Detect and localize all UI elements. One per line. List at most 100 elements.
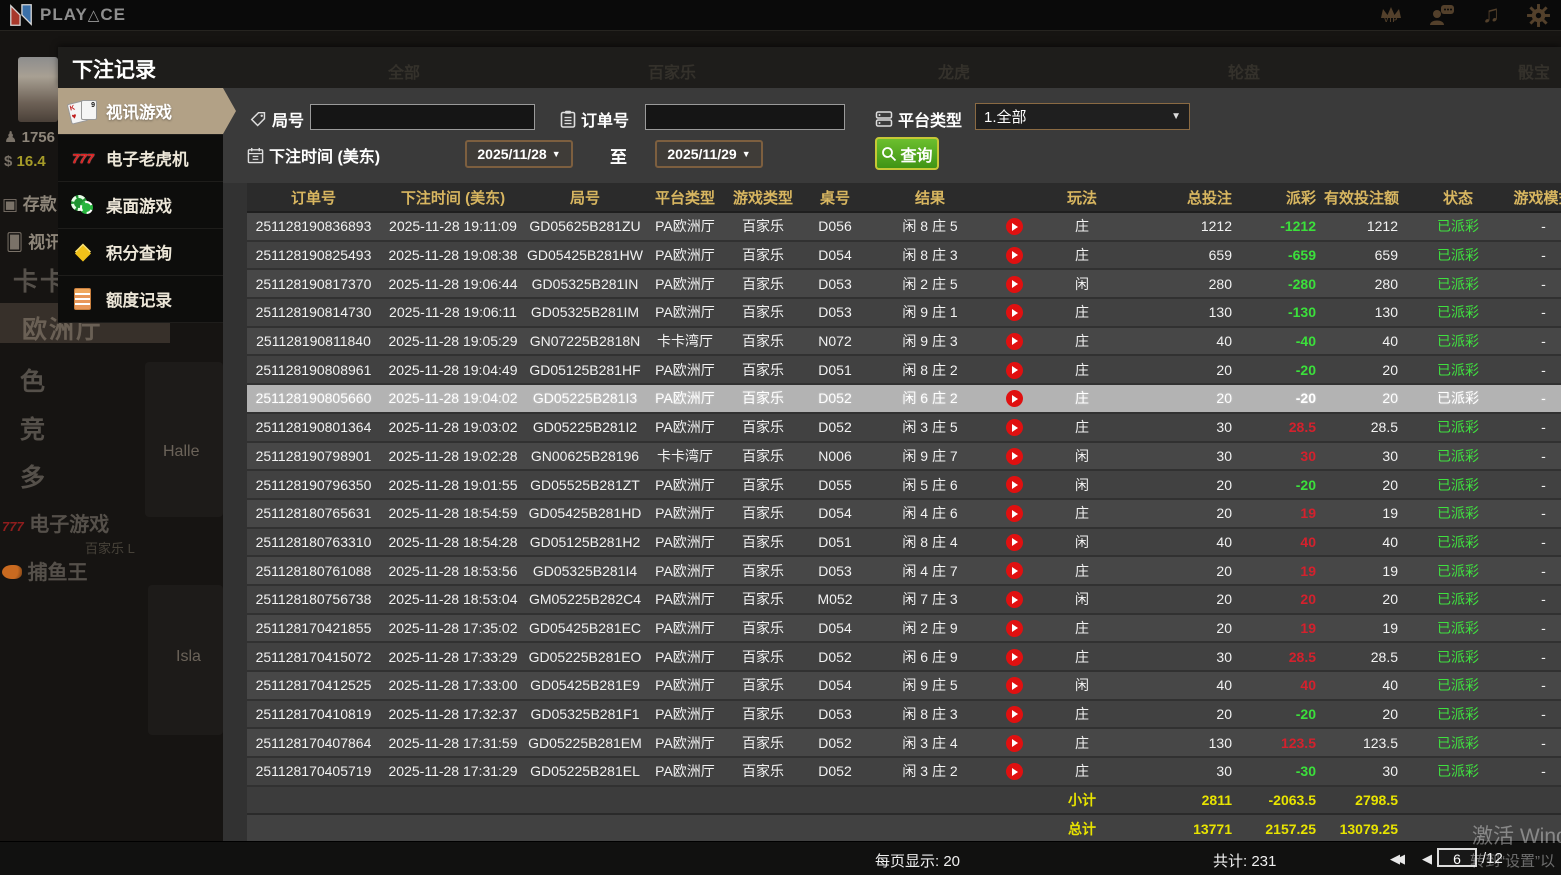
play-video-button[interactable] xyxy=(1005,619,1023,637)
cell-valid: 280 xyxy=(1324,269,1424,300)
table-row[interactable]: 251128190796350 2025-11-28 19:01:55 GD0552… xyxy=(247,470,1561,500)
tab-quota-records[interactable]: 额度记录 xyxy=(58,276,223,323)
platform-type-select[interactable]: 1.全部 ▼ xyxy=(975,103,1190,130)
music-button[interactable]: ♫ xyxy=(1482,2,1500,28)
cell-valid: 28.5 xyxy=(1324,642,1424,672)
tab-live-casino[interactable]: 视讯游戏 xyxy=(58,88,236,135)
table-row[interactable]: 251128170410819 2025-11-28 17:32:37 GD0532… xyxy=(247,699,1561,730)
vip-button[interactable]: VIP xyxy=(1379,6,1403,24)
table-row[interactable]: 251128190798901 2025-11-28 19:02:28 GN0062… xyxy=(247,441,1561,472)
table-row[interactable]: 251128180756738 2025-11-28 18:53:04 GM0522… xyxy=(247,584,1561,615)
play-video-button[interactable] xyxy=(1005,275,1023,293)
play-video-button[interactable] xyxy=(1005,562,1023,580)
prev-page-button[interactable]: ◀ xyxy=(1422,851,1432,867)
dollar-bill-icon: ▣ xyxy=(2,195,19,214)
cell-bet: 20 xyxy=(1126,613,1246,644)
play-video-button[interactable] xyxy=(1005,476,1023,494)
table-row[interactable]: 251128180761088 2025-11-28 18:53:56 GD0532… xyxy=(247,556,1561,586)
table-row[interactable]: 251128190805660 2025-11-28 19:04:02 GD0522… xyxy=(247,384,1561,414)
table-row[interactable]: 251128170405719 2025-11-28 17:31:29 GD0522… xyxy=(247,757,1561,787)
settings-button[interactable] xyxy=(1526,3,1551,28)
play-video-button[interactable] xyxy=(1005,763,1023,781)
cell-bet: 20 xyxy=(1126,355,1246,386)
table-row[interactable]: 251128190825493 2025-11-28 19:08:38 GD0542… xyxy=(247,240,1561,271)
tab-points-query[interactable]: 积分查询 xyxy=(58,229,223,276)
sidebar-item-sports[interactable]: 竞 xyxy=(20,410,47,446)
playace-logo: PLAY△CE xyxy=(8,2,126,28)
sidebar-item-lottery[interactable]: 色 xyxy=(20,362,47,398)
cell-game: 百家乐 xyxy=(726,728,800,759)
table-row[interactable]: 251128190808961 2025-11-28 19:04:49 GD0512… xyxy=(247,355,1561,386)
date-from-picker[interactable]: 2025/11/28 ▼ xyxy=(465,140,573,168)
tab-table-games[interactable]: 桌面游戏 xyxy=(58,182,223,229)
modal-title-bar: 下注记录 全部 百家乐 龙虎 轮盘 骰宝 xyxy=(58,47,1561,88)
table-row[interactable]: 251128190817370 2025-11-28 19:06:44 GD0532… xyxy=(247,269,1561,300)
play-video-button[interactable] xyxy=(1005,361,1023,379)
cell-game: 百家乐 xyxy=(726,326,800,357)
cell-bet: 30 xyxy=(1126,412,1246,443)
play-video-button[interactable] xyxy=(1005,246,1023,264)
cell-bet: 30 xyxy=(1126,757,1246,787)
table-row[interactable]: 251128170415072 2025-11-28 17:33:29 GD0522… xyxy=(247,642,1561,672)
cell-result: 闲 2 庄 5 xyxy=(870,269,990,300)
sidebar-item-multi[interactable]: 多 xyxy=(20,458,47,494)
cell-time: 2025-11-28 17:31:59 xyxy=(380,728,526,759)
play-video-button[interactable] xyxy=(1005,734,1023,752)
table-row[interactable]: 251128190836893 2025-11-28 19:11:09 GD0562… xyxy=(247,212,1561,242)
order-number-input[interactable] xyxy=(645,104,845,130)
cell-playtype: 庄 xyxy=(1038,757,1126,787)
cell-platform: PA欧洲厅 xyxy=(644,757,726,787)
round-number-input[interactable] xyxy=(310,104,535,130)
cell-playtype: 庄 xyxy=(1038,384,1126,414)
play-video-button[interactable] xyxy=(1005,447,1023,465)
table-row[interactable]: 251128190801364 2025-11-28 19:03:02 GD0522… xyxy=(247,412,1561,443)
play-video-button[interactable] xyxy=(1005,218,1023,236)
cell-game: 百家乐 xyxy=(726,212,800,242)
tab-slot-machines[interactable]: 电子老虎机 xyxy=(58,135,223,182)
sidebar-item-video[interactable]: 🂠 视讯 xyxy=(6,228,62,253)
cell-table: D053 xyxy=(800,699,870,730)
cell-result: 闲 6 庄 9 xyxy=(870,642,990,672)
deposit-button[interactable]: ▣ 存款 xyxy=(2,190,57,215)
play-video-button[interactable] xyxy=(1005,505,1023,523)
play-video-button[interactable] xyxy=(1005,419,1023,437)
table-row[interactable]: 251128170421855 2025-11-28 17:35:02 GD0542… xyxy=(247,613,1561,644)
cell-round: GD05625B281ZU xyxy=(526,212,644,242)
cell-mode: - xyxy=(1492,412,1561,443)
cell-game: 百家乐 xyxy=(726,298,800,328)
play-video-button[interactable] xyxy=(1005,533,1023,551)
tab-label: 桌面游戏 xyxy=(106,198,172,216)
cell-game: 百家乐 xyxy=(726,699,800,730)
play-video-button[interactable] xyxy=(1005,332,1023,350)
play-video-button[interactable] xyxy=(1005,390,1023,408)
cell-round: GD05425B281EC xyxy=(526,613,644,644)
bg-tab-roulette: 轮盘 xyxy=(1228,65,1261,82)
sidebar-item-slots[interactable]: 777 电子游戏 xyxy=(2,508,109,537)
cell-playtype: 闲 xyxy=(1038,584,1126,615)
search-button[interactable]: 查询 xyxy=(875,137,939,170)
cell-status: 已派彩 xyxy=(1424,441,1492,472)
cell-time: 2025-11-28 18:53:56 xyxy=(380,556,526,586)
play-video-button[interactable] xyxy=(1005,591,1023,609)
play-video-button[interactable] xyxy=(1005,304,1023,322)
cell-mode: - xyxy=(1492,613,1561,644)
table-row[interactable]: 251128190811840 2025-11-28 19:05:29 GN0722… xyxy=(247,326,1561,357)
col-round: 局号 xyxy=(526,183,644,213)
cell-payout: -20 xyxy=(1246,384,1324,414)
table-row[interactable]: 251128170412525 2025-11-28 17:33:00 GD0542… xyxy=(247,671,1561,701)
table-row[interactable]: 251128180763310 2025-11-28 18:54:28 GD0512… xyxy=(247,527,1561,558)
first-page-button[interactable]: ◀◀ xyxy=(1390,851,1405,867)
table-row[interactable]: 251128180765631 2025-11-28 18:54:59 GD0542… xyxy=(247,498,1561,529)
cell-play xyxy=(990,212,1038,242)
platform-type-value: 1.全部 xyxy=(984,109,1027,126)
play-video-button[interactable] xyxy=(1005,677,1023,695)
play-video-button[interactable] xyxy=(1005,648,1023,666)
table-row[interactable]: 251128170407864 2025-11-28 17:31:59 GD0522… xyxy=(247,728,1561,759)
table-row[interactable]: 251128190814730 2025-11-28 19:06:11 GD0532… xyxy=(247,298,1561,328)
cell-bet: 20 xyxy=(1126,584,1246,615)
play-video-button[interactable] xyxy=(1005,705,1023,723)
date-to-picker[interactable]: 2025/11/29 ▼ xyxy=(655,140,763,168)
sidebar-item-fishing[interactable]: 捕鱼王 xyxy=(2,556,88,585)
customer-service-button[interactable] xyxy=(1429,3,1456,27)
cell-payout: 40 xyxy=(1246,527,1324,558)
